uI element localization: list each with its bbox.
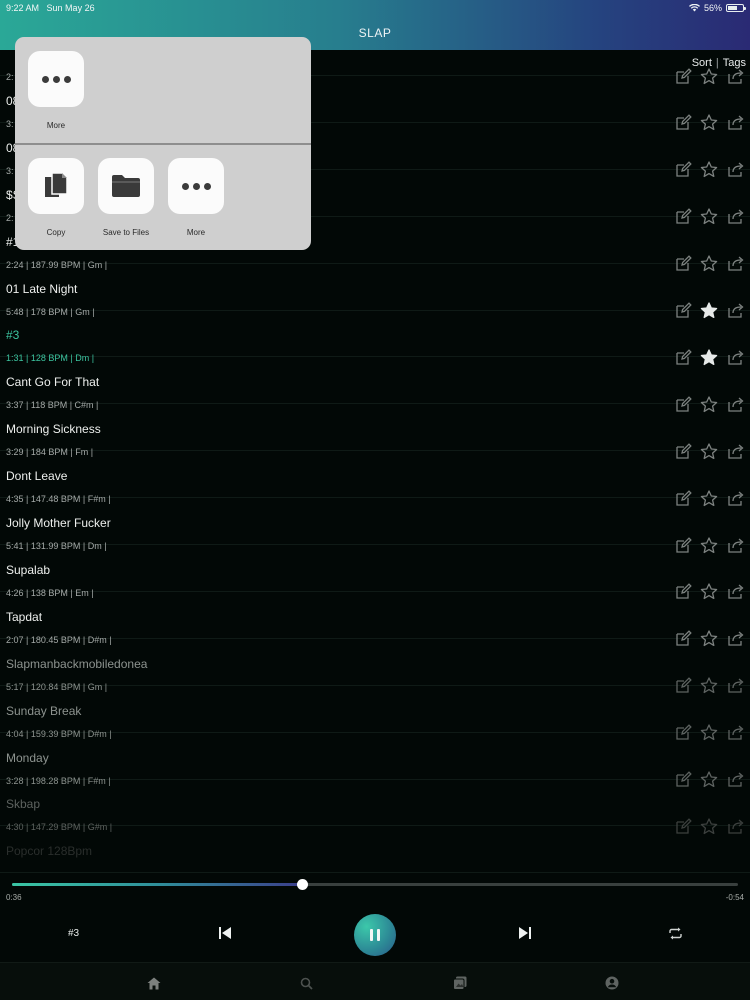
tab-bar: [0, 962, 750, 1000]
track-title: Popcor 128Bpm: [6, 844, 93, 859]
track-row[interactable]: Monday 3:28 | 198.28 BPM | F#m |: [0, 734, 750, 788]
track-title: Sunday Break: [6, 703, 82, 718]
skip-back-icon: [219, 927, 231, 939]
track-title: Cant Go For That: [6, 375, 100, 390]
share-save-to-files-label: Save to Files: [102, 228, 150, 237]
track-title: Jolly Mother Fucker: [6, 516, 111, 530]
track-title: Slapmanbackmobiledonea: [6, 656, 148, 671]
track-title: Tapdat: [6, 609, 43, 624]
more-icon: [168, 158, 224, 214]
previous-track-button[interactable]: [217, 925, 233, 941]
pause-button[interactable]: [354, 914, 396, 956]
repeat-icon: [668, 927, 682, 939]
elapsed-time: 0:36: [6, 893, 22, 902]
track-row[interactable]: Popcor 128Bpm: [0, 827, 750, 874]
track-row[interactable]: Sunday Break 4:04 | 159.39 BPM | D#m |: [0, 687, 750, 741]
track-row[interactable]: Supalab 4:26 | 138 BPM | Em |: [0, 546, 750, 600]
share-more-label: More: [186, 228, 206, 237]
repeat-button[interactable]: [667, 925, 683, 941]
status-time: 9:22 AM Sun May 26: [6, 3, 95, 13]
track-title: Morning Sickness: [6, 422, 101, 437]
track-row[interactable]: Morning Sickness 3:29 | 184 BPM | Fm |: [0, 405, 750, 459]
more-icon: [28, 51, 84, 107]
tab-home[interactable]: [146, 975, 162, 991]
track-title: Dont Leave: [6, 469, 68, 484]
next-track-button[interactable]: [517, 925, 533, 941]
track-title: #3: [6, 328, 20, 343]
track-row[interactable]: Cant Go For That 3:37 | 118 BPM | C#m |: [0, 358, 750, 412]
now-playing-label[interactable]: #3: [68, 928, 79, 939]
share-copy-label: Copy: [46, 228, 66, 237]
copy-icon: [28, 158, 84, 214]
share-sheet-top-row: More: [15, 37, 311, 143]
share-more-top[interactable]: More: [28, 51, 84, 130]
remaining-time: -0:54: [725, 893, 744, 902]
track-row[interactable]: 01 Late Night 5:48 | 178 BPM | Gm |: [0, 265, 750, 319]
status-indicators: 56%: [688, 3, 746, 13]
track-row[interactable]: Dont Leave 4:35 | 147.48 BPM | F#m |: [0, 452, 750, 506]
library-icon: [453, 976, 467, 990]
playback-progress-fill: [12, 883, 303, 886]
tab-library[interactable]: [452, 975, 468, 991]
track-row[interactable]: #3 1:31 | 128 BPM | Dm |: [0, 311, 750, 365]
track-title: Supalab: [6, 562, 51, 577]
track-row[interactable]: Jolly Mother Fucker 5:41 | 131.99 BPM | …: [0, 499, 750, 553]
share-more-top-label: More: [46, 121, 66, 130]
track-title: 01 Late Night: [6, 281, 78, 296]
status-date-label: Sun May 26: [46, 3, 95, 13]
battery-icon: [726, 4, 746, 12]
track-row[interactable]: Slapmanbackmobiledonea 5:17 | 120.84 BPM…: [0, 640, 750, 694]
playback-progress-bar[interactable]: [12, 879, 738, 890]
share-save-to-files-button[interactable]: Save to Files: [98, 158, 154, 237]
wifi-icon: [688, 4, 700, 12]
track-title: Monday: [6, 750, 49, 765]
battery-percent: 56%: [703, 3, 722, 13]
track-row[interactable]: Tapdat 2:07 | 180.45 BPM | D#m |: [0, 593, 750, 647]
share-sheet-divider: [15, 143, 311, 145]
pause-icon: [370, 929, 380, 941]
share-sheet: More Copy Save to Files More: [15, 37, 311, 250]
player-controls: #3: [0, 912, 750, 956]
home-icon: [147, 977, 161, 989]
status-time-label: 9:22 AM: [6, 3, 40, 13]
tab-profile[interactable]: [604, 975, 620, 991]
share-more-button[interactable]: More: [168, 158, 224, 237]
track-title: Skbap: [6, 797, 41, 812]
tab-search[interactable]: [298, 975, 314, 991]
skip-forward-icon: [519, 927, 531, 939]
profile-icon: [605, 976, 619, 990]
track-row[interactable]: Skbap 4:30 | 147.29 BPM | G#m |: [0, 780, 750, 834]
search-icon: [300, 977, 313, 990]
playback-scrubber-handle[interactable]: [297, 879, 309, 890]
share-copy-button[interactable]: Copy: [28, 158, 84, 237]
status-bar: 9:22 AM Sun May 26 56%: [0, 0, 750, 14]
folder-icon: [98, 158, 154, 214]
